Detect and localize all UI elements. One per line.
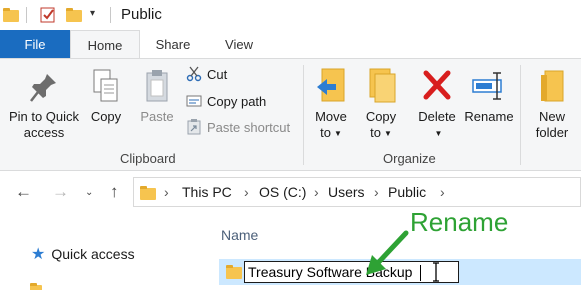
quick-access-label: Quick access [51,246,135,262]
annotation-arrow-icon [362,227,412,277]
ribbon-tabs: File Home Share View [0,30,581,60]
delete-button[interactable]: Delete ▼ [414,67,460,142]
title-bar: ▾ Public [0,0,581,30]
tab-share[interactable]: Share [140,30,206,59]
paste-shortcut-button[interactable]: Paste shortcut [186,119,290,135]
copy-button[interactable]: Copy [86,67,126,125]
cut-button[interactable]: Cut [186,66,227,82]
rename-button[interactable]: Rename [463,67,515,125]
copy-to-button[interactable]: Copy to ▼ [360,67,402,142]
ribbon: Pin to Quick access Copy Paste Cut Copy … [0,58,581,171]
ibeam-cursor-icon [432,262,440,282]
title-separator [110,7,111,23]
copy-icon [86,67,126,109]
move-to-button[interactable]: Move to ▼ [310,67,352,142]
paste-shortcut-label: Paste shortcut [207,119,291,135]
new-folder-label-line2: folder [535,125,569,140]
move-to-label-line2: to [320,125,331,140]
new-folder-label-line1: New [538,109,565,124]
pin-label-line1: Pin to Quick [8,109,80,124]
content-area: ★ Quick access Name Treasury Software Ba… [0,207,581,290]
recent-locations-icon[interactable]: ⌄ [85,187,93,198]
forward-arrow-icon[interactable]: → [52,182,69,202]
tab-home[interactable]: Home [70,30,140,60]
paste-icon [135,67,179,109]
organize-group-label: Organize [383,151,436,166]
paste-button[interactable]: Paste [135,67,179,125]
up-arrow-icon[interactable]: ↑ [110,182,119,202]
star-icon: ★ [31,246,46,263]
copy-to-label-line1: Copy [365,109,397,124]
delete-label: Delete [418,109,456,124]
group-divider [520,65,521,165]
window-title: Public [121,6,162,23]
pin-to-quick-access-button[interactable]: Pin to Quick access [6,71,82,141]
chevron-right-icon[interactable]: › [164,184,169,200]
folder-icon [140,186,156,200]
chevron-right-icon[interactable]: › [374,184,379,200]
copy-path-button[interactable]: Copy path [186,93,266,109]
text-cursor [420,265,421,281]
delete-x-icon [414,67,460,109]
chevron-right-icon[interactable]: › [440,184,445,200]
rename-label: Rename [464,109,514,124]
folder-icon [226,265,242,279]
tab-file[interactable]: File [0,30,70,59]
copy-label: Copy [90,109,122,124]
title-separator [26,7,27,23]
new-folder-quick-icon[interactable] [66,7,82,23]
folder-icon [30,283,42,290]
move-to-icon [310,67,352,109]
annotation-label: Rename [410,207,509,237]
address-box[interactable]: › This PC › OS (C:) › Users › Public › [133,177,581,207]
dropdown-caret-icon: ▼ [383,128,392,138]
new-folder-icon [526,67,578,109]
scissors-icon [186,66,202,82]
breadcrumb-users[interactable]: Users [328,184,365,200]
paste-label: Paste [140,109,174,124]
dropdown-caret-icon: ▼ [333,128,342,138]
nav-quick-access[interactable]: ★ Quick access [31,244,135,264]
breadcrumb-os-c[interactable]: OS (C:) [259,184,306,200]
breadcrumb-this-pc[interactable]: This PC [182,184,232,200]
column-header-name[interactable]: Name [221,227,258,243]
dropdown-caret-icon: ▼ [434,128,443,138]
group-divider [303,65,304,165]
properties-icon[interactable] [40,7,56,23]
copy-path-icon [186,93,202,109]
chevron-right-icon[interactable]: › [314,184,319,200]
chevron-right-icon[interactable]: › [244,184,249,200]
clipboard-group-label: Clipboard [120,151,176,166]
tab-view[interactable]: View [206,30,272,59]
pin-label-line2: access [23,125,65,140]
cut-label: Cut [207,66,228,82]
pin-icon [6,71,82,109]
copy-to-icon [360,67,402,109]
rename-icon [463,67,515,109]
new-folder-button[interactable]: New folder [526,67,578,141]
back-arrow-icon[interactable]: ← [15,182,32,202]
paste-shortcut-icon [186,119,202,135]
copy-to-label-line2: to [370,125,381,140]
customize-toolbar-icon[interactable]: ▾ [90,8,106,24]
folder-icon[interactable] [3,7,19,23]
copy-path-label: Copy path [207,93,267,109]
rename-input[interactable]: Treasury Software Backup [244,261,459,283]
breadcrumb-public[interactable]: Public [388,184,426,200]
move-to-label-line1: Move [315,109,347,124]
